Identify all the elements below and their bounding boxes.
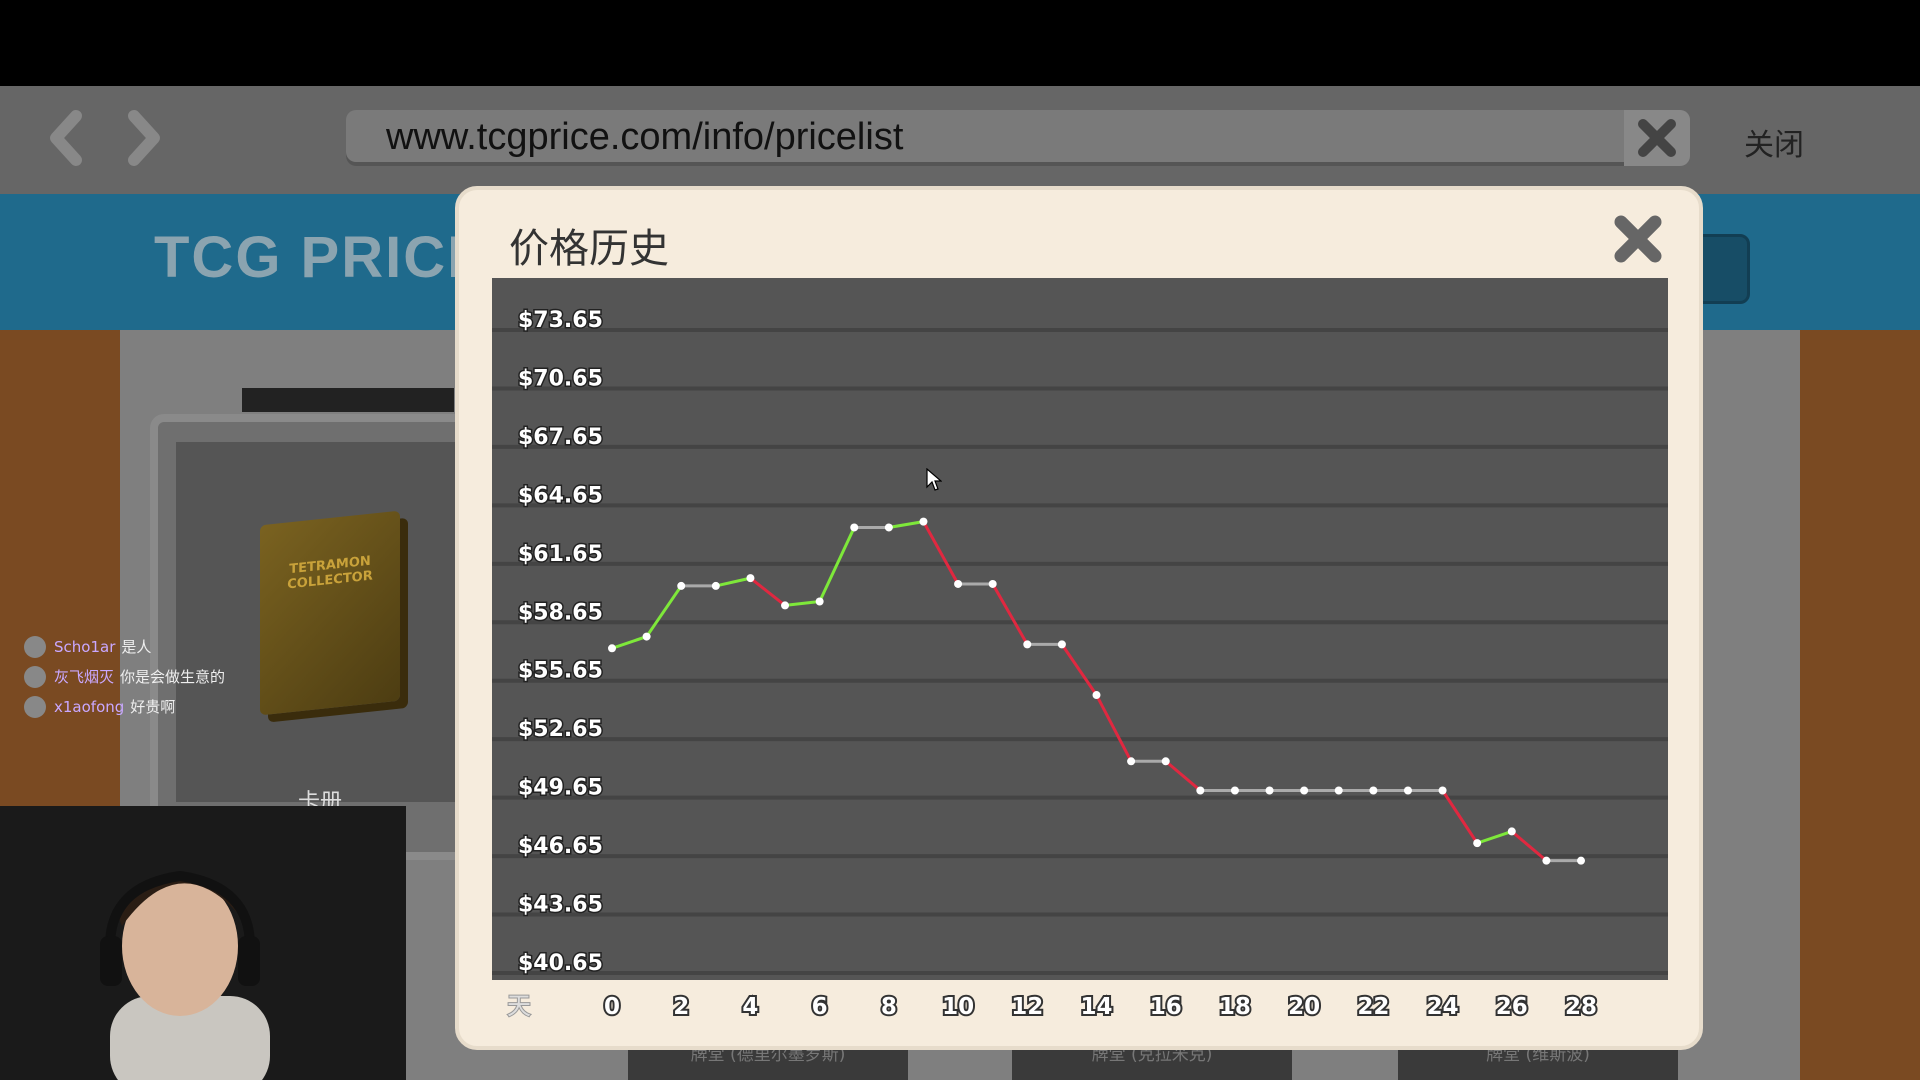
y-tick-label: $67.65	[518, 425, 603, 450]
x-tick-label: 0	[604, 994, 620, 1020]
price-point	[1230, 786, 1239, 795]
price-line-segment	[888, 520, 924, 529]
x-tick-label: 12	[1011, 994, 1043, 1020]
x-tick-label: 6	[812, 994, 828, 1020]
price-point	[1265, 786, 1274, 795]
y-tick-label: $40.65	[518, 951, 603, 976]
x-tick-label: 28	[1565, 994, 1597, 1020]
mouse-cursor-icon	[926, 468, 942, 491]
y-tick-label: $49.65	[518, 776, 603, 801]
price-line-segment	[749, 576, 786, 607]
price-point	[1369, 786, 1378, 795]
price-point	[608, 644, 616, 653]
price-point	[919, 517, 928, 526]
price-point	[850, 523, 859, 532]
price-point	[642, 632, 651, 641]
y-tick-label: $61.65	[518, 542, 603, 567]
price-point	[1057, 640, 1066, 649]
y-tick-label: $58.65	[518, 600, 603, 625]
y-tick-label: $52.65	[518, 717, 603, 742]
price-line-segment	[1476, 830, 1513, 845]
price-point	[1577, 856, 1585, 865]
x-tick-label: 10	[942, 994, 974, 1020]
price-point	[1334, 786, 1343, 795]
price-line-segment	[784, 600, 820, 607]
x-tick-label: 26	[1496, 994, 1528, 1020]
price-line-segment	[715, 576, 751, 588]
y-tick-label: $46.65	[518, 834, 603, 859]
x-axis-unit-label: 天	[507, 992, 531, 1020]
price-line-segment	[1060, 643, 1098, 696]
price-point	[781, 601, 790, 610]
x-tick-label: 14	[1080, 994, 1112, 1020]
price-line-segment	[645, 585, 683, 638]
y-tick-label: $43.65	[518, 893, 603, 918]
x-tick-label: 2	[673, 994, 689, 1020]
price-point	[954, 579, 963, 588]
price-point	[815, 597, 824, 606]
x-tick-label: 16	[1150, 994, 1182, 1020]
price-point	[988, 579, 997, 588]
price-point	[746, 574, 755, 583]
price-point	[1023, 640, 1032, 649]
x-tick-label: 20	[1288, 994, 1320, 1020]
y-tick-label: $73.65	[518, 308, 603, 333]
x-tick-label: 22	[1357, 994, 1389, 1020]
price-point	[1473, 839, 1482, 848]
price-point	[1300, 786, 1309, 795]
price-point	[1438, 786, 1447, 795]
x-tick-label: 24	[1427, 994, 1459, 1020]
price-line-segment	[1164, 760, 1202, 792]
price-point	[1542, 856, 1551, 865]
price-point	[1507, 827, 1516, 836]
price-point	[1092, 691, 1101, 700]
price-point	[1403, 786, 1412, 795]
price-point	[884, 523, 893, 532]
price-point	[1196, 786, 1205, 795]
price-line-segment	[1095, 694, 1133, 762]
x-tick-label: 8	[881, 994, 897, 1020]
y-tick-label: $70.65	[518, 366, 603, 391]
price-point	[711, 581, 720, 590]
price-history-chart: $73.65 $70.65 $67.65 $64.65 $61.65 $58.65 $55.…	[492, 307, 1668, 1022]
price-point	[677, 581, 686, 590]
price-line-segment	[611, 635, 648, 650]
price-point	[1161, 757, 1170, 766]
price-point	[1127, 757, 1136, 766]
x-tick-label: 4	[742, 994, 758, 1020]
x-tick-label: 18	[1219, 994, 1251, 1020]
price-line-segment	[922, 520, 960, 585]
y-tick-label: $55.65	[518, 659, 603, 684]
y-tick-label: $64.65	[518, 483, 603, 508]
price-line-segment	[991, 583, 1029, 646]
